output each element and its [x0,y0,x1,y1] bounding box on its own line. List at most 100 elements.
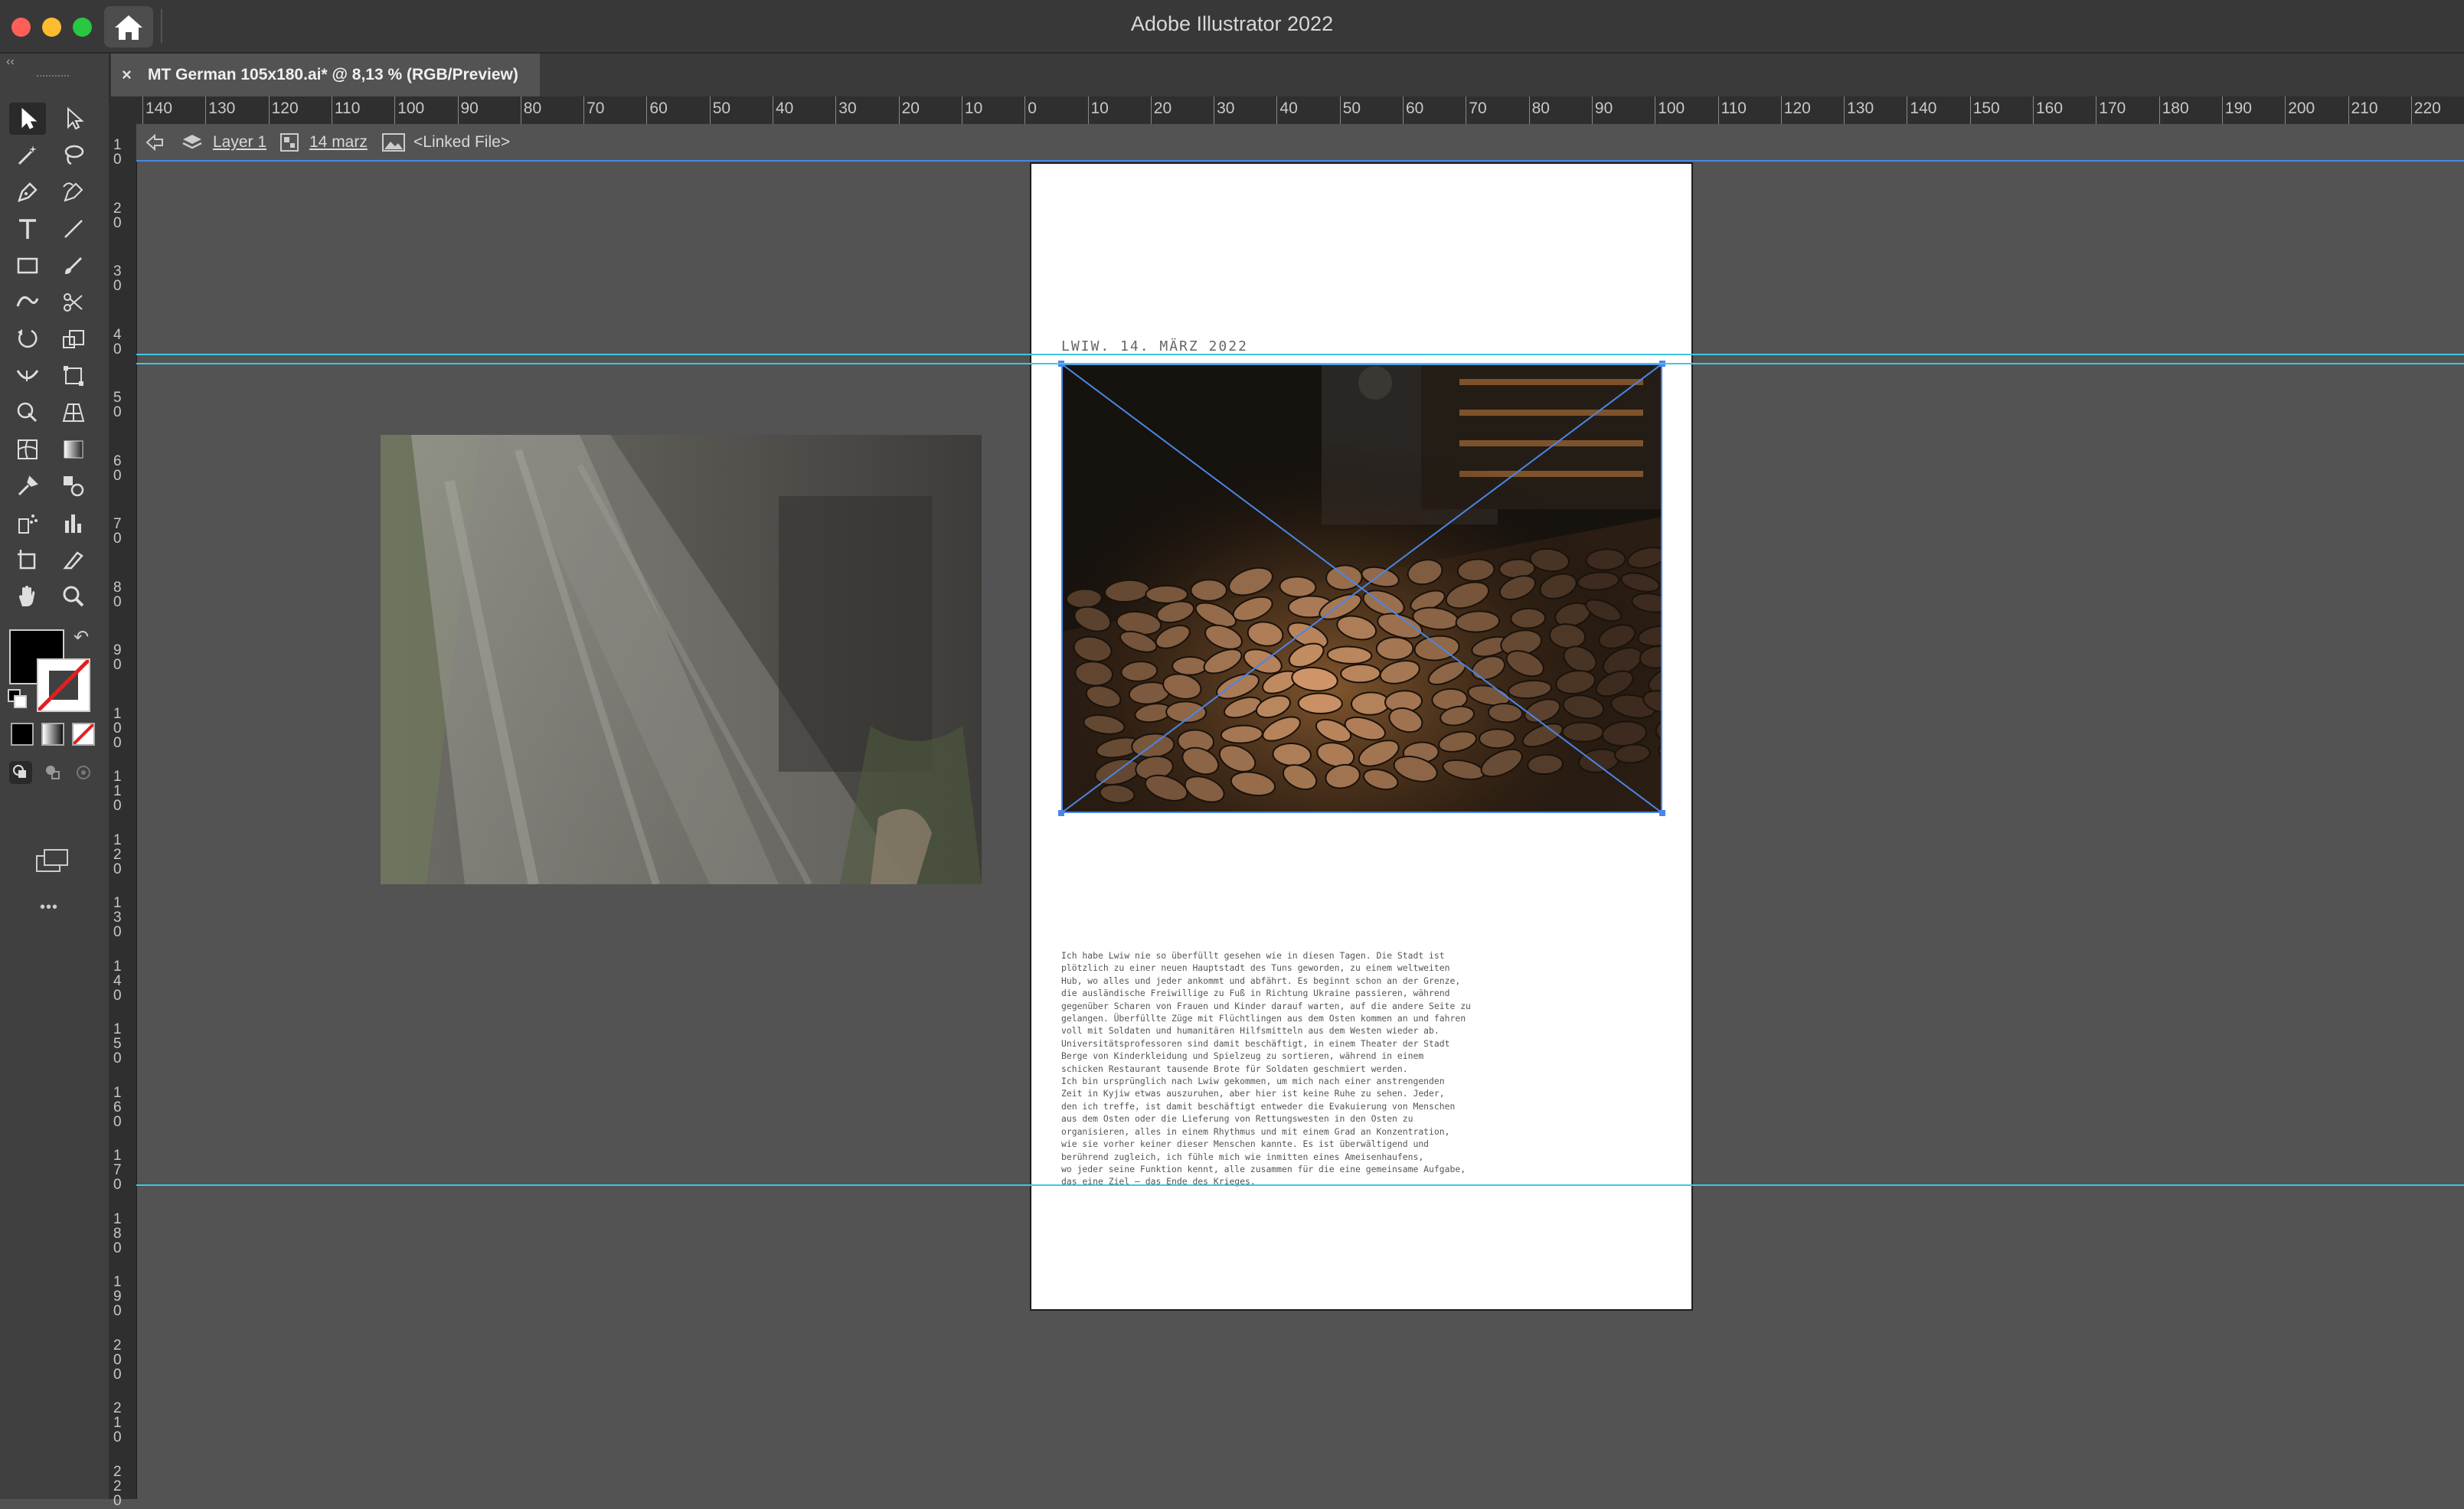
gradient-mode-button[interactable] [41,723,64,746]
ruler-tick [394,96,396,124]
type-tool[interactable] [9,213,46,245]
symbol-sprayer-icon [18,514,38,534]
free-transform-tool[interactable] [55,360,92,392]
collapse-panel-icon[interactable]: ‹‹ [6,55,15,69]
gradient-tool[interactable] [55,433,92,465]
rectangle-tool[interactable] [9,250,46,282]
color-mode-button[interactable] [11,723,34,746]
shape-builder-tool[interactable] [9,397,46,429]
ruler-tick [1528,96,1530,124]
dateline-text[interactable]: LWIW. 14. MÄRZ 2022 [1061,338,1248,354]
document-tab[interactable]: × MT German 105x180.ai* @ 8,13 % (RGB/Pr… [111,54,540,96]
zoom-tool[interactable] [55,580,92,612]
back-arrow-icon[interactable] [144,133,165,152]
ruler-tick-label: 120 [271,100,299,117]
guide-horizontal-1[interactable] [136,354,2464,355]
linked-image[interactable] [1061,364,1662,813]
ruler-tick-label: 130 [1847,100,1874,117]
column-graph-icon [65,514,81,533]
selection-handle-bl[interactable] [1058,810,1064,816]
direct-selection-tool[interactable] [55,103,92,135]
ruler-tick-label: 130 [208,100,236,117]
body-text-line: Ich habe Lwiw nie so überfüllt gesehen w… [1061,950,1445,961]
ruler-tick-label: 80 [113,579,122,610]
ruler-tick-label: 10 [1090,100,1109,117]
ruler-tick-label: 90 [113,642,122,673]
draw-normal-icon [13,765,26,778]
ruler-tick-label: 210 [113,1400,122,1445]
guide-horizontal-2[interactable] [136,363,2464,364]
body-text-line: gelangen. Überfüllte Züge mit Flüchtling… [1061,1013,1466,1024]
rectangle-icon [17,257,38,274]
selection-tool[interactable] [9,103,46,135]
slice-tool[interactable] [55,544,92,576]
body-text-line: organisieren, alles in einem Rhythmus un… [1061,1125,1450,1137]
guide-horizontal-3[interactable] [136,1184,2464,1186]
draw-inside-button[interactable] [72,761,95,784]
shaper-tool[interactable] [9,286,46,318]
close-tab-icon[interactable]: × [122,54,132,96]
curvature-tool[interactable] [55,176,92,208]
breadcrumb-group[interactable]: 14 marz [309,133,368,152]
document-tab-title: MT German 105x180.ai* @ 8,13 % (RGB/Prev… [148,66,518,83]
ruler-tick-label: 220 [113,1463,122,1509]
mesh-tool[interactable] [9,433,46,465]
ruler-tick [898,96,900,124]
horizontal-ruler[interactable]: 140 130 120 110 100 90 80 70 60 50 40 30 20 10 0 10 20 30… [109,96,2464,125]
draw-behind-button[interactable] [41,761,64,784]
vertical-ruler[interactable]: 10 20 30 40 50 60 70 80 90 100 110 120 130 140 150 160 1… [109,124,137,1508]
screen-mode-button[interactable] [34,847,72,874]
ruler-tick-label: 150 [113,1021,122,1066]
default-colors-icon[interactable] [8,689,27,708]
ruler-tick-label: 110 [113,769,122,814]
column-graph-tool[interactable] [55,507,92,539]
body-text-line: aus dem Osten oder die Lieferung von Ret… [1061,1113,1413,1125]
body-text-line: gegenüber Scharen von Frauen und Kinder … [1061,1000,1471,1011]
rotate-tool[interactable] [9,323,46,355]
ruler-tick [1844,96,1845,124]
none-mode-button[interactable] [72,723,95,746]
perspective-grid-tool[interactable] [55,397,92,429]
scale-tool[interactable] [55,323,92,355]
magic-wand-tool[interactable] [9,139,46,171]
eyedropper-tool[interactable] [9,470,46,502]
symbol-sprayer-tool[interactable] [9,507,46,539]
breadcrumb-layer[interactable]: Layer 1 [213,133,266,152]
paintbrush-tool[interactable] [55,250,92,282]
line-segment-tool[interactable] [55,213,92,245]
slice-icon [63,551,83,570]
ruler-tick-label: 60 [113,452,122,484]
lasso-tool[interactable] [55,139,92,171]
lasso-icon [64,145,84,165]
ruler-tick-label: 160 [2036,100,2064,117]
ruler-tick-label: 140 [145,100,173,117]
draw-behind-icon [46,766,60,779]
edit-toolbar-icon[interactable]: ••• [40,899,58,916]
width-tool[interactable] [9,360,46,392]
pen-tool[interactable] [9,176,46,208]
ruler-tick-label: 20 [1153,100,1172,117]
tool-grid [9,103,101,612]
hand-tool[interactable] [9,580,46,612]
stroke-swatch[interactable] [37,658,90,712]
body-text-line: das eine Ziel – das Ende des Krieges. [1061,1176,1256,1187]
ruler-tick-label: 120 [113,831,122,877]
blend-icon [64,476,84,497]
ruler-tick-label: 170 [113,1148,122,1193]
ruler-tick-label: 190 [2224,100,2252,117]
selection-handle-br[interactable] [1659,810,1665,816]
pasteboard-image[interactable] [381,435,982,884]
ruler-tick [142,96,143,124]
body-text-line: die ausländische Freiwillige zu Fuß in R… [1061,988,1450,999]
draw-normal-button[interactable] [9,761,32,784]
swap-fill-stroke-icon[interactable]: ↶ [74,626,89,648]
panel-grip[interactable] [37,75,69,81]
body-text-frame[interactable]: Ich habe Lwiw nie so überfüllt gesehen w… [1061,949,1513,1188]
app-title: Adobe Illustrator 2022 [1130,12,1334,35]
ruler-tick-label: 110 [334,100,361,117]
scissors-tool[interactable] [55,286,92,318]
artboard-tool[interactable] [9,544,46,576]
blend-tool[interactable] [55,470,92,502]
ruler-tick-label: 20 [901,100,920,117]
ruler-tick-label: 100 [397,100,425,117]
